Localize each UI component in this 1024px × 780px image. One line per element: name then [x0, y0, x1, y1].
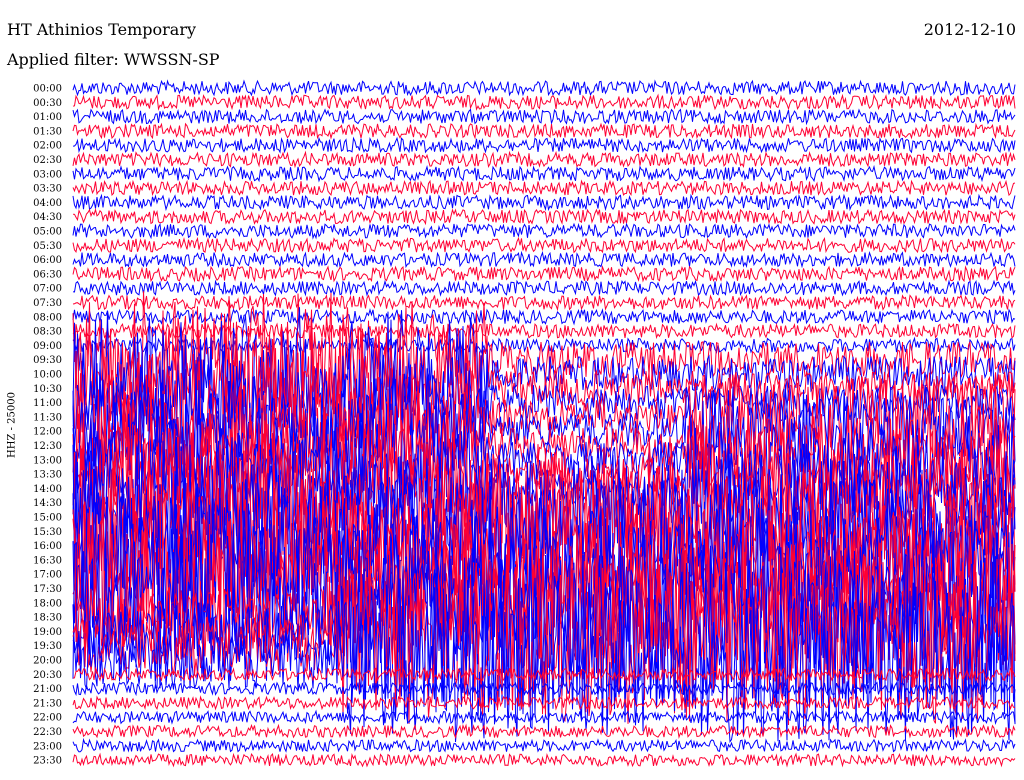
trace-line-2330: [72, 752, 1016, 768]
time-tick-label: 18:30: [33, 613, 62, 624]
trace-line-0000: [72, 79, 1016, 97]
time-tick-label: 23:00: [33, 741, 62, 752]
time-tick-label: 06:30: [33, 269, 62, 280]
time-tick-label: 21:30: [33, 698, 62, 709]
time-tick-label: 15:30: [33, 527, 62, 538]
trace-line-0200: [72, 136, 1016, 154]
time-tick-label: 04:30: [33, 212, 62, 223]
time-tick-label: 13:00: [33, 455, 62, 466]
time-tick-label: 12:30: [33, 441, 62, 452]
time-tick-label: 04:00: [33, 198, 62, 209]
time-tick-label: 01:00: [33, 112, 62, 123]
time-tick-label: 13:30: [33, 470, 62, 481]
trace-line-0100: [72, 108, 1016, 126]
trace-line-0600: [72, 250, 1016, 269]
time-tick-label: 23:30: [33, 756, 62, 767]
time-tick-label: 07:30: [33, 298, 62, 309]
trace-line-0500: [72, 222, 1016, 240]
time-tick-label: 12:00: [33, 427, 62, 438]
time-tick-label: 16:00: [33, 541, 62, 552]
trace-line-2200: [72, 709, 1016, 725]
time-tick-label: 19:00: [33, 627, 62, 638]
trace-line-0030: [72, 93, 1016, 111]
time-tick-label: 21:00: [33, 684, 62, 695]
time-tick-label: 05:00: [33, 227, 62, 238]
time-tick-label: 08:30: [33, 327, 62, 338]
time-tick-label: 14:30: [33, 498, 62, 509]
time-tick-label: 02:30: [33, 155, 62, 166]
time-tick-label: 22:00: [33, 713, 62, 724]
trace-line-0130: [72, 122, 1016, 140]
time-tick-label: 18:00: [33, 598, 62, 609]
time-tick-label: 02:00: [33, 141, 62, 152]
time-tick-label: 03:30: [33, 184, 62, 195]
time-tick-label: 22:30: [33, 727, 62, 738]
trace-line-0430: [72, 207, 1016, 226]
trace-line-0700: [72, 279, 1016, 297]
time-tick-label: 00:00: [33, 84, 62, 95]
time-tick-label: 03:00: [33, 169, 62, 180]
time-axis-labels: 00:00 00:30 01:00 01:30 02:00 02:30 03:00 03:30…: [33, 84, 62, 767]
trace-line-2300: [72, 737, 1016, 753]
time-tick-label: 17:00: [33, 570, 62, 581]
time-tick-label: 05:30: [33, 241, 62, 252]
seismogram-chart: 00:00 00:30 01:00 01:30 02:00 02:30 03:00 03:30…: [33, 79, 1016, 768]
time-tick-label: 19:30: [33, 641, 62, 652]
time-tick-label: 11:30: [33, 412, 62, 423]
trace-line-2130: [72, 695, 1016, 711]
time-tick-label: 09:00: [33, 341, 62, 352]
trace-line-0630: [72, 265, 1016, 283]
time-tick-label: 06:00: [33, 255, 62, 266]
time-tick-label: 15:00: [33, 513, 62, 524]
time-tick-label: 20:00: [33, 656, 62, 667]
time-tick-label: 09:30: [33, 355, 62, 366]
time-tick-label: 08:00: [33, 312, 62, 323]
trace-line-0530: [72, 236, 1016, 254]
time-tick-label: 10:00: [33, 370, 62, 381]
trace-line-0300: [72, 164, 1016, 183]
time-tick-label: 07:00: [33, 284, 62, 295]
trace-line-0230: [72, 150, 1016, 169]
time-tick-label: 00:30: [33, 98, 62, 109]
trace-line-0730: [72, 294, 1016, 312]
time-tick-label: 11:00: [33, 398, 62, 409]
trace-line-0400: [72, 193, 1016, 212]
time-tick-label: 10:30: [33, 384, 62, 395]
time-tick-label: 01:30: [33, 126, 62, 137]
trace-group: [72, 79, 1016, 768]
time-tick-label: 20:30: [33, 670, 62, 681]
time-tick-label: 14:00: [33, 484, 62, 495]
trace-line-0330: [72, 179, 1016, 197]
time-tick-label: 17:30: [33, 584, 62, 595]
time-tick-label: 16:30: [33, 555, 62, 566]
trace-line-2230: [72, 723, 1016, 739]
